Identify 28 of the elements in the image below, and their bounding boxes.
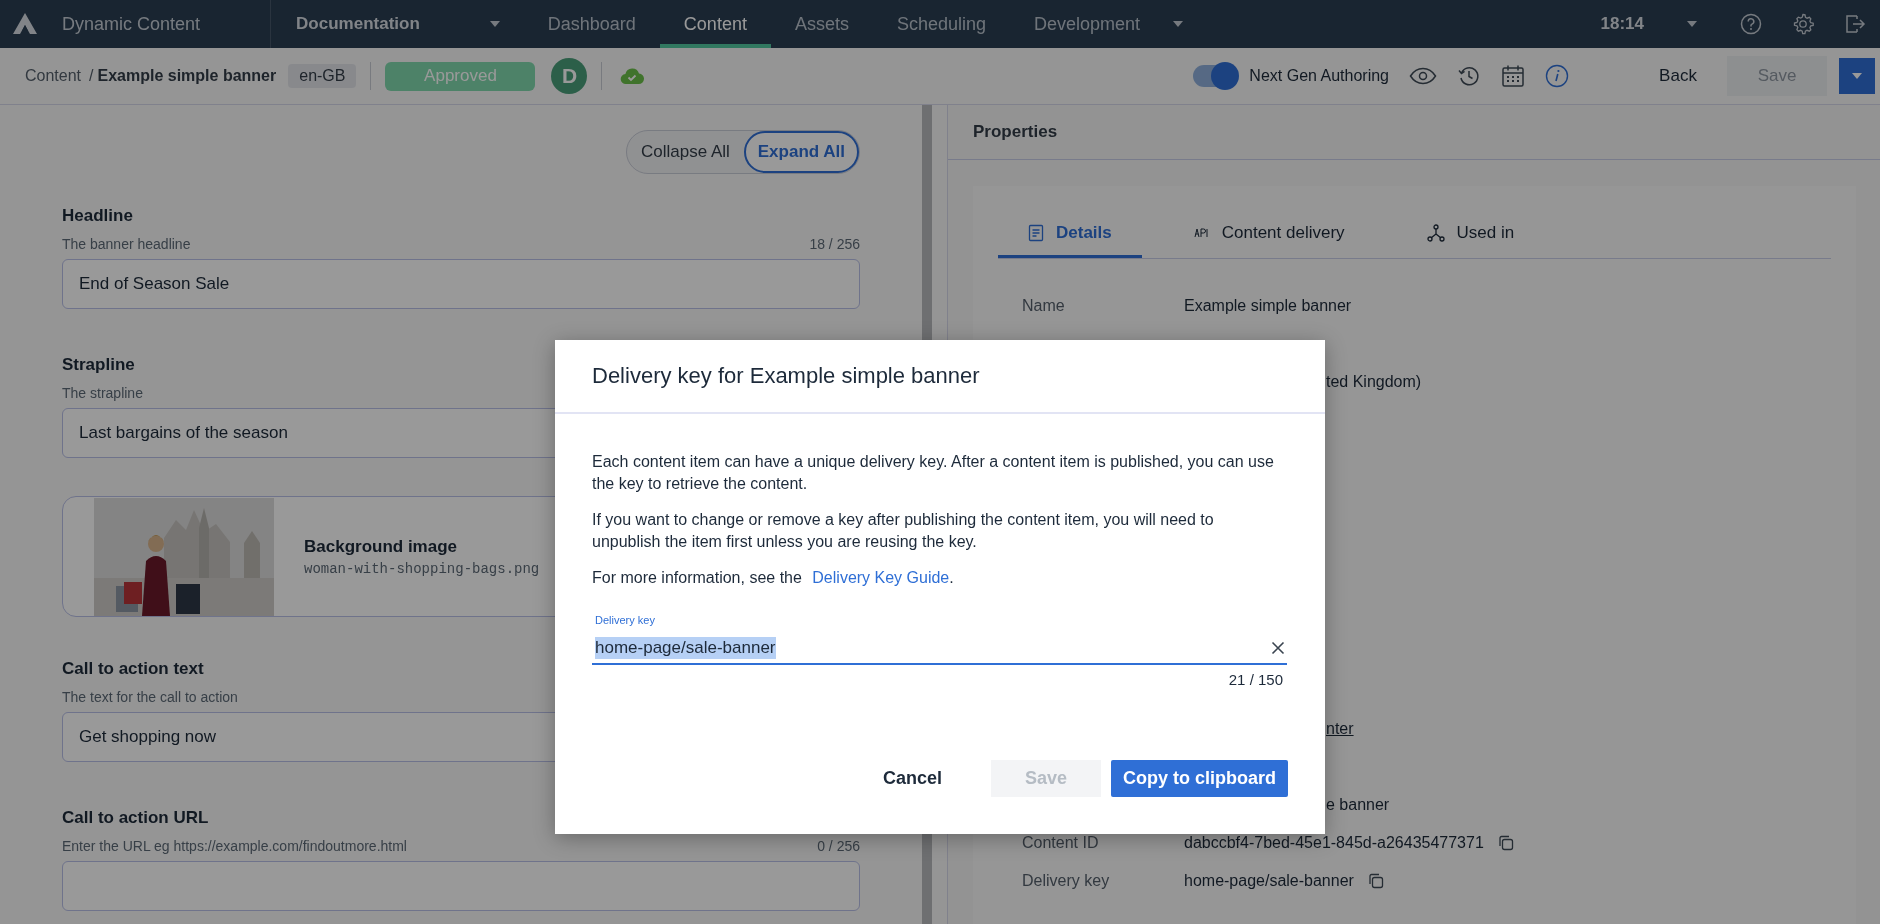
toggle-label: Next Gen Authoring bbox=[1249, 67, 1389, 85]
field-description: The strapline bbox=[62, 385, 143, 401]
field-description: The text for the call to action bbox=[62, 689, 238, 705]
breadcrumb-current: Example simple banner bbox=[97, 67, 277, 85]
property-label: Content ID bbox=[1022, 834, 1100, 852]
character-counter: 18 / 256 bbox=[809, 236, 860, 252]
property-label: Name bbox=[1022, 297, 1066, 315]
character-counter: 21 / 150 bbox=[1227, 671, 1284, 688]
character-counter: 0 / 256 bbox=[817, 838, 860, 854]
field-label: Call to action text bbox=[62, 659, 205, 679]
field-description: The banner headline bbox=[62, 236, 191, 252]
property-value: dabccbf4-7bed-45e1-845d-a26435477371 bbox=[1184, 834, 1484, 852]
property-value: e banner bbox=[1325, 796, 1390, 814]
field-label: Background image bbox=[304, 536, 459, 557]
dialog-title: Delivery key for Example simple banner bbox=[592, 363, 980, 389]
property-value: ted Kingdom) bbox=[1325, 373, 1422, 391]
property-label: Delivery key bbox=[1022, 872, 1111, 890]
field-description: Enter the URL eg https://example.com/findoutmore.html bbox=[62, 838, 407, 854]
locale-tag: en-GB bbox=[288, 64, 357, 88]
app-name: Dynamic Content bbox=[62, 13, 201, 35]
file-name: woman-with-shopping-bags.png bbox=[304, 560, 540, 577]
property-value: Example simple banner bbox=[1184, 297, 1352, 315]
field-label: Call to action URL bbox=[62, 808, 210, 828]
field-label: Headline bbox=[62, 206, 134, 226]
breadcrumb-separator: / bbox=[89, 67, 94, 85]
time-text: 18:14 bbox=[1600, 14, 1644, 34]
property-value: home-page/sale-banner bbox=[1184, 872, 1354, 890]
panel-title: Properties bbox=[973, 122, 1058, 142]
